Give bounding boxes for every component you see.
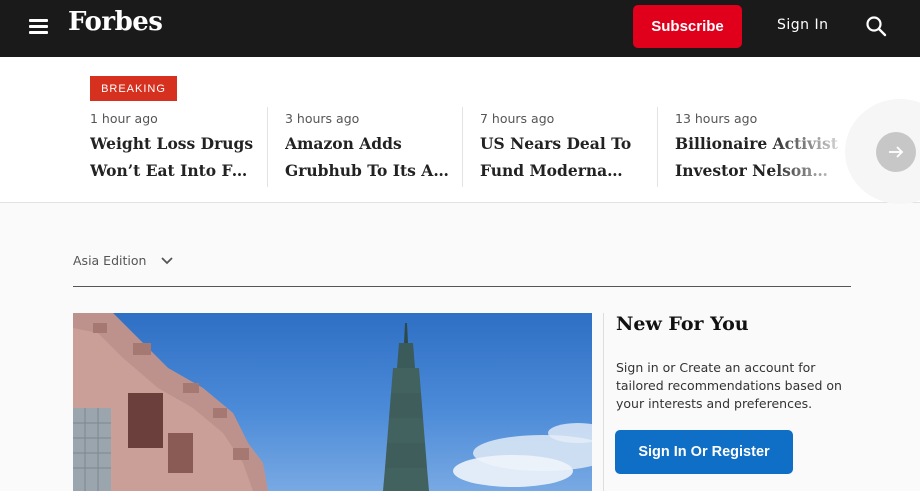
sign-in-or-register-button[interactable]: Sign In Or Register [615, 430, 793, 474]
headline-line: Won’t Eat Into Foo… [90, 161, 255, 180]
search-icon[interactable] [865, 15, 887, 37]
story-divider [657, 107, 658, 187]
new-for-you-description: Sign in or Create an account for tailore… [616, 360, 842, 411]
arrow-right-icon [889, 146, 904, 158]
hero-image[interactable] [73, 313, 592, 491]
chevron-down-icon [161, 256, 174, 264]
breaking-story[interactable]: 13 hours ago Billionaire Activist Invest… [675, 107, 847, 189]
story-headline[interactable]: US Nears Deal To Fund Moderna… [480, 130, 652, 184]
taipei-skyline-image [73, 313, 592, 491]
headline-line: Fund Moderna… [480, 161, 623, 180]
headline-line: Amazon Adds [285, 134, 402, 153]
sign-in-link[interactable]: Sign In [777, 17, 829, 33]
new-for-you-title: New For You [616, 313, 749, 335]
breaking-story[interactable]: 1 hour ago Weight Loss Drugs Won’t Eat I… [90, 107, 262, 189]
story-time: 1 hour ago [90, 111, 158, 126]
menu-icon[interactable] [29, 18, 48, 34]
headline-line: Investor Nelson… [675, 161, 828, 180]
section-rule [73, 286, 851, 287]
edition-selector[interactable]: Asia Edition [73, 253, 174, 268]
headline-line: Grubhub To Its Ap… [285, 161, 450, 180]
forbes-logo[interactable]: Forbes [68, 7, 163, 37]
column-divider [603, 313, 604, 491]
headline-line: Billionaire Activist [675, 134, 838, 153]
story-time: 3 hours ago [285, 111, 360, 126]
story-headline[interactable]: Amazon Adds Grubhub To Its Ap… [285, 130, 457, 184]
subscribe-button[interactable]: Subscribe [633, 5, 742, 48]
story-headline[interactable]: Weight Loss Drugs Won’t Eat Into Foo… [90, 130, 262, 184]
edition-label: Asia Edition [73, 253, 147, 268]
story-divider [462, 107, 463, 187]
next-stories-button[interactable] [876, 132, 916, 172]
breaking-news-strip: BREAKING 1 hour ago Weight Loss Drugs Wo… [0, 57, 920, 204]
breaking-badge: BREAKING [90, 76, 177, 101]
breaking-story[interactable]: 3 hours ago Amazon Adds Grubhub To Its A… [285, 107, 457, 189]
story-divider [267, 107, 268, 187]
story-time: 7 hours ago [480, 111, 555, 126]
story-headline[interactable]: Billionaire Activist Investor Nelson… [675, 130, 847, 184]
story-time: 13 hours ago [675, 111, 758, 126]
headline-line: US Nears Deal To [480, 134, 632, 153]
breaking-story[interactable]: 7 hours ago US Nears Deal To Fund Modern… [480, 107, 652, 189]
top-nav-bar: Forbes Subscribe Sign In [0, 0, 920, 57]
headline-line: Weight Loss Drugs [90, 134, 254, 153]
